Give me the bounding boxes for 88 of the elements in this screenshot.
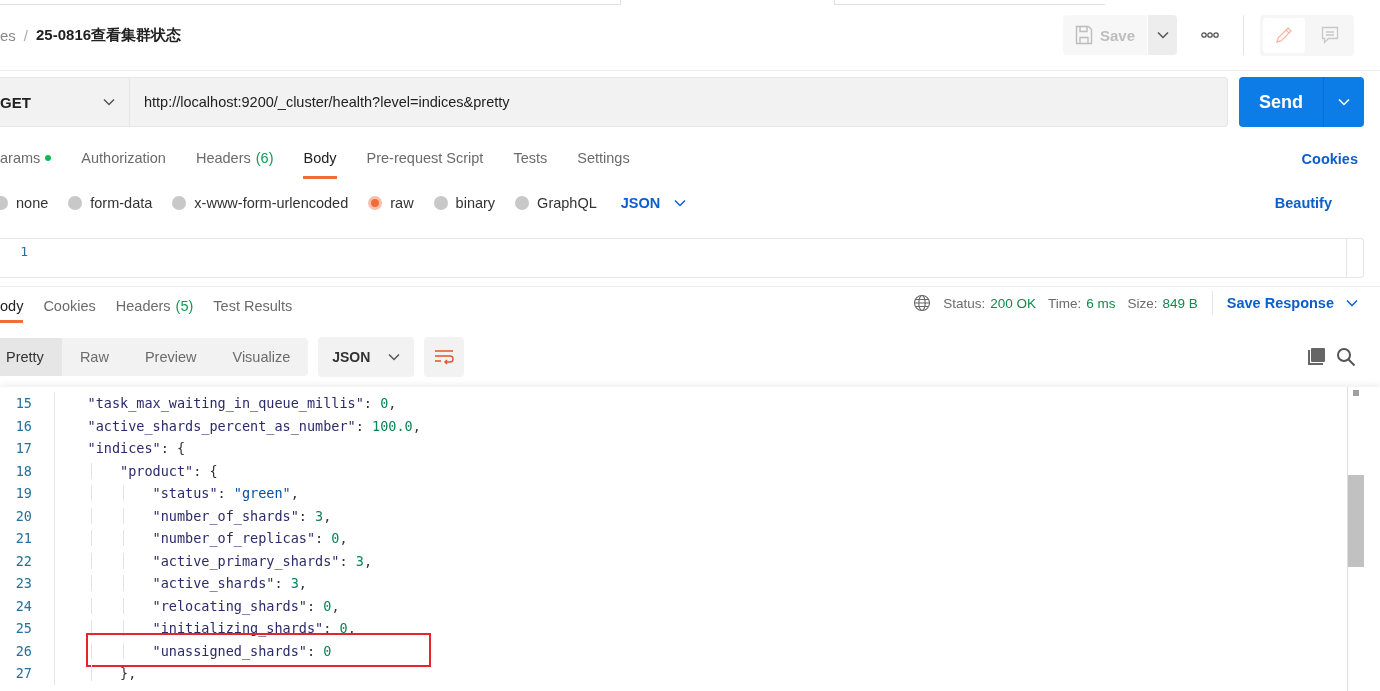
radio-option[interactable]: binary (433, 195, 496, 211)
format-dropdown[interactable]: JSON (616, 195, 687, 211)
radio-button[interactable] (433, 196, 448, 210)
meta-value: 849 B (1162, 295, 1198, 311)
request-tab[interactable]: Tests (513, 150, 548, 179)
line-number: 24 (14, 597, 32, 614)
request-tab[interactable]: Pre-request Script (366, 150, 484, 179)
caret-icon (1338, 98, 1350, 106)
view-mode-tab[interactable]: Raw (61, 338, 127, 376)
caret-icon (1156, 31, 1169, 39)
beautify-link[interactable]: Beautify (1268, 194, 1338, 212)
line-number: 16 (14, 417, 32, 434)
code-line: "unassigned_shards": 0 (55, 642, 332, 659)
radio-button[interactable] (172, 196, 187, 210)
caret-icon (674, 199, 687, 207)
request-tab[interactable]: arams (0, 150, 52, 179)
caret-icon (388, 353, 401, 361)
url-field[interactable]: http://localhost:9200/_cluster/health?level=indices&pretty (130, 77, 1228, 127)
code-line: "number_of_shards": 3, (55, 507, 332, 524)
request-title: 25-0816查看集群状态 (36, 25, 182, 45)
line-number: 20 (14, 507, 32, 524)
search-button[interactable] (1336, 347, 1356, 367)
wrap-icon (434, 349, 455, 365)
line-number: 27 (14, 665, 32, 682)
line-number: 22 (14, 552, 32, 569)
radio-option[interactable]: none (0, 195, 49, 211)
radio-button[interactable] (515, 196, 530, 210)
comment-icon (1321, 26, 1339, 44)
request-tab[interactable]: Settings (577, 150, 630, 179)
meta-label: Time: (1048, 295, 1082, 311)
code-line: "active_shards": 3, (55, 575, 307, 592)
line-number: 25 (14, 620, 32, 637)
edit-button[interactable] (1263, 17, 1305, 53)
line-number: 18 (14, 462, 32, 479)
view-mode-tab[interactable]: Visualize (214, 338, 309, 376)
response-tab[interactable]: Cookies (43, 298, 96, 323)
code-line: "number_of_replicas": 0, (55, 530, 348, 547)
radio-button[interactable] (368, 196, 383, 210)
code-line: }, (55, 665, 137, 682)
breadcrumb-separator: / (23, 26, 28, 44)
search-icon (1336, 347, 1356, 367)
request-tab[interactable]: Authorization (81, 150, 166, 179)
line-number: 26 (14, 642, 32, 659)
code-line: "product": { (55, 462, 218, 479)
scrollbar-thumb[interactable] (1348, 475, 1364, 567)
radio-option[interactable]: form-data (68, 195, 153, 211)
save-response-button[interactable]: Save Response (1226, 295, 1358, 311)
copy-button[interactable] (1306, 347, 1326, 367)
view-mode-tab[interactable]: Preview (126, 338, 215, 376)
meta-value: 200 OK (990, 295, 1036, 311)
line-number: 21 (14, 530, 32, 547)
request-tab[interactable]: Body (303, 150, 337, 179)
more-icon (1201, 32, 1219, 38)
meta-value: 6 ms (1086, 295, 1116, 311)
code-line: "indices": { (86, 440, 186, 457)
line-number: 19 (14, 485, 32, 502)
code-line: "status": "green", (55, 485, 299, 502)
meta-label: Size: (1127, 295, 1158, 311)
line-number: 1 (19, 243, 28, 261)
radio-button[interactable] (68, 196, 83, 210)
code-line: "active_shards_percent_as_number": 100.0, (86, 417, 421, 434)
line-number: 23 (14, 575, 32, 592)
code-line: "task_max_waiting_in_queue_millis": 0, (86, 395, 397, 412)
code-line: "relocating_shards": 0, (55, 597, 340, 614)
body-editor[interactable]: 1 (0, 238, 1364, 278)
caret-icon (1346, 299, 1358, 307)
meta-label: Status: (943, 295, 986, 311)
radio-option[interactable]: raw (368, 195, 414, 211)
radio-option[interactable]: GraphQL (515, 195, 597, 211)
cookies-link[interactable]: Cookies (1301, 151, 1358, 179)
caret-icon (103, 98, 115, 106)
response-tab[interactable]: Headers (5) (115, 298, 194, 323)
line-number: 15 (14, 395, 32, 412)
globe-icon (913, 294, 932, 312)
response-tab[interactable]: Test Results (213, 298, 293, 323)
save-dropdown-button[interactable] (1147, 15, 1177, 55)
pencil-icon (1275, 26, 1293, 44)
request-tab[interactable]: Headers (6) (195, 150, 274, 179)
copy-icon (1306, 347, 1326, 367)
code-line: "active_primary_shards": 3, (55, 552, 373, 569)
format-dropdown[interactable]: JSON (318, 337, 415, 377)
radio-option[interactable]: x-www-form-urlencoded (172, 195, 349, 211)
method-dropdown[interactable]: GET (0, 77, 130, 127)
breadcrumb-link[interactable]: es (0, 26, 16, 44)
view-mode-tab[interactable]: Pretty (0, 338, 62, 376)
line-number: 17 (14, 440, 32, 457)
response-tab[interactable]: ody (0, 298, 24, 323)
wrap-lines-button[interactable] (424, 337, 465, 377)
